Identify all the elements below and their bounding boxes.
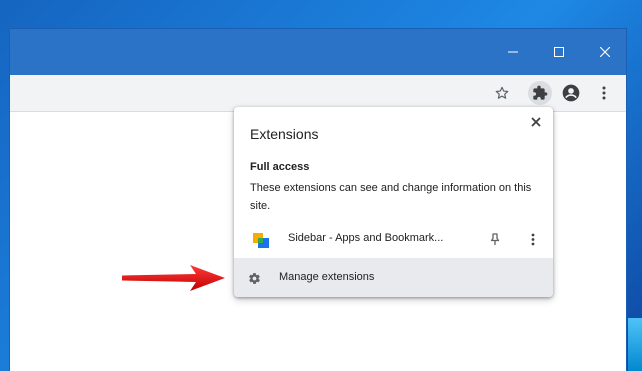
pin-extension-button[interactable] [486,229,504,249]
full-access-description: These extensions can see and change info… [250,182,532,212]
puzzle-icon [533,85,548,100]
pin-icon [490,232,500,245]
manage-extensions-button[interactable]: Manage extensions [234,258,553,297]
full-access-heading: Full access [250,161,310,173]
bookmark-star-button[interactable] [489,75,515,111]
extensions-popup: Extensions Full access These extensions … [234,107,553,297]
star-icon [495,86,509,99]
maximize-button[interactable] [536,29,582,75]
extension-name: Sidebar - Apps and Bookmark... [288,232,444,244]
close-window-button[interactable] [582,29,626,75]
maximize-icon [554,47,564,57]
manage-extensions-label: Manage extensions [279,271,375,283]
extension-more-button[interactable] [524,229,542,249]
extensions-button[interactable] [527,75,553,111]
kebab-menu-icon [531,233,535,245]
close-icon [600,47,610,57]
gear-icon [246,270,262,286]
browser-menu-button[interactable] [591,75,617,111]
desktop-taskbar-edge [628,318,642,371]
popup-close-button[interactable] [527,113,545,131]
minimize-button[interactable] [490,29,536,75]
red-arrow-annotation [122,265,225,291]
kebab-menu-icon [602,86,606,100]
sidebar-extension-icon [253,233,269,248]
popup-title: Extensions [250,126,319,142]
account-button[interactable] [558,75,584,111]
extension-item[interactable]: Sidebar - Apps and Bookmark... [234,225,553,253]
minimize-icon [508,51,518,53]
account-icon [562,84,580,102]
close-icon [531,117,541,127]
